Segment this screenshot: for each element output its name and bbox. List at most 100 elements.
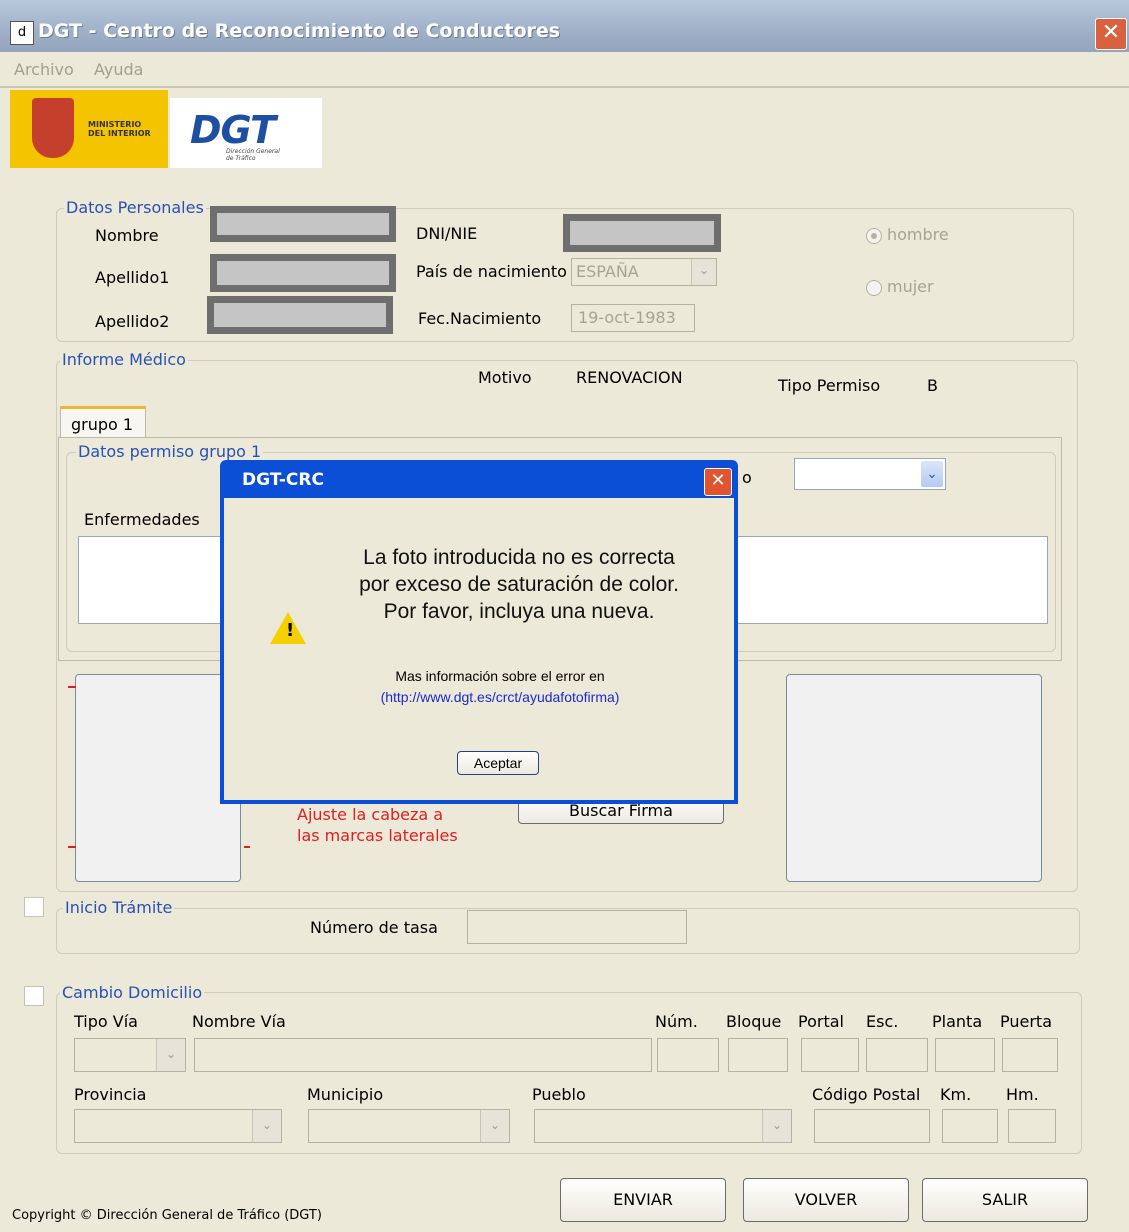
municipio-label: Municipio bbox=[307, 1085, 384, 1104]
salir-button[interactable]: SALIR bbox=[922, 1178, 1088, 1222]
hombre-label: hombre bbox=[887, 225, 949, 244]
apellido2-label: Apellido2 bbox=[95, 312, 170, 331]
num-label: Núm. bbox=[655, 1012, 698, 1031]
km-field[interactable] bbox=[942, 1109, 998, 1143]
ministerio-logo: MINISTERIO DEL INTERIOR bbox=[10, 90, 168, 168]
planta-label: Planta bbox=[932, 1012, 983, 1031]
codigo-postal-field[interactable] bbox=[814, 1109, 930, 1143]
photo-right-mark bbox=[244, 846, 250, 848]
dialog-close-icon[interactable]: ✕ bbox=[704, 468, 732, 496]
pais-label: País de nacimiento bbox=[416, 262, 567, 281]
error-dialog: DGT-CRC ✕ ! La foto introducida no es co… bbox=[220, 460, 738, 804]
municipio-combo[interactable]: ⌄ bbox=[308, 1109, 510, 1143]
photo-hint: Ajuste la cabeza a las marcas laterales bbox=[297, 805, 458, 845]
apellido2-field[interactable] bbox=[207, 296, 393, 334]
chevron-down-icon[interactable]: ⌄ bbox=[156, 1039, 185, 1071]
pais-combo[interactable]: ESPAÑA ⌄ bbox=[571, 258, 717, 286]
ministerio-text: MINISTERIO DEL INTERIOR bbox=[88, 120, 151, 138]
error-help-link[interactable]: (http://www.dgt.es/crct/ayudafotofirma) bbox=[290, 689, 710, 705]
puerta-label: Puerta bbox=[1000, 1012, 1053, 1031]
fecha-label: Fec.Nacimiento bbox=[418, 309, 542, 328]
pueblo-label: Pueblo bbox=[532, 1085, 586, 1104]
grupo-combo[interactable]: ⌄ bbox=[794, 458, 946, 490]
tipo-permiso-label: Tipo Permiso bbox=[778, 376, 881, 395]
dni-label: DNI/NIE bbox=[416, 224, 478, 243]
aceptar-button[interactable]: Aceptar bbox=[457, 751, 539, 775]
signature-box[interactable] bbox=[786, 674, 1042, 882]
inicio-tramite-legend: Inicio Trámite bbox=[63, 898, 175, 917]
dgt-logo-subtitle: Dirección General de Tráfico bbox=[226, 148, 280, 162]
datos-personales-legend: Datos Personales bbox=[64, 198, 206, 217]
menu-ayuda[interactable]: Ayuda bbox=[94, 60, 143, 79]
nombre-via-label: Nombre Vía bbox=[192, 1012, 286, 1031]
motivo-value: RENOVACION bbox=[576, 368, 683, 387]
dgt-logo-text: DGT bbox=[190, 108, 276, 152]
warning-icon-mark: ! bbox=[286, 620, 295, 641]
photo-left-mark bbox=[68, 686, 76, 688]
nombre-field[interactable] bbox=[210, 206, 396, 242]
esc-label: Esc. bbox=[866, 1012, 899, 1031]
cambio-domicilio-checkbox[interactable] bbox=[24, 986, 44, 1006]
cambio-domicilio-legend: Cambio Domicilio bbox=[60, 983, 205, 1002]
numero-tasa-field[interactable] bbox=[467, 910, 687, 944]
enfermedades-label: Enfermedades bbox=[84, 510, 200, 529]
motivo-label: Motivo bbox=[478, 368, 532, 387]
coat-of-arms-icon bbox=[32, 98, 74, 158]
esc-field[interactable] bbox=[866, 1038, 928, 1072]
mujer-label: mujer bbox=[887, 277, 934, 296]
puerta-field[interactable] bbox=[1002, 1038, 1058, 1072]
error-message-line1: La foto introducida no es correcta bbox=[363, 546, 675, 569]
dialog-body: ! La foto introducida no es correcta por… bbox=[224, 498, 734, 800]
tab-grupo-1-label: grupo 1 bbox=[71, 415, 134, 434]
tipo-via-label: Tipo Vía bbox=[74, 1012, 138, 1031]
numero-tasa-label: Número de tasa bbox=[310, 918, 438, 937]
partial-label: o bbox=[742, 468, 752, 487]
portal-field[interactable] bbox=[801, 1038, 859, 1072]
chevron-down-icon[interactable]: ⌄ bbox=[480, 1110, 509, 1142]
tipo-via-combo[interactable]: ⌄ bbox=[74, 1038, 186, 1072]
dgt-logo: DGT Dirección General de Tráfico bbox=[170, 98, 322, 168]
tab-grupo-1[interactable]: grupo 1 bbox=[60, 406, 146, 441]
apellido1-label: Apellido1 bbox=[95, 268, 170, 287]
volver-button[interactable]: VOLVER bbox=[743, 1178, 909, 1222]
fecha-value: 19-oct-1983 bbox=[578, 308, 676, 327]
menu-bar: Archivo Ayuda bbox=[0, 52, 1129, 88]
hm-field[interactable] bbox=[1008, 1109, 1056, 1143]
error-message-line3: Por favor, incluya una nueva. bbox=[383, 600, 655, 623]
chevron-down-icon[interactable]: ⌄ bbox=[921, 461, 943, 487]
informe-medico-legend: Informe Médico bbox=[60, 350, 188, 369]
inicio-tramite-checkbox[interactable] bbox=[24, 897, 44, 917]
planta-field[interactable] bbox=[935, 1038, 995, 1072]
provincia-combo[interactable]: ⌄ bbox=[74, 1109, 282, 1143]
provincia-label: Provincia bbox=[74, 1085, 147, 1104]
chevron-down-icon[interactable]: ⌄ bbox=[691, 259, 716, 285]
error-info-text: Mas información sobre el error en bbox=[395, 668, 605, 684]
num-field[interactable] bbox=[657, 1038, 719, 1072]
chevron-down-icon[interactable]: ⌄ bbox=[762, 1110, 791, 1142]
photo-left-mark-bottom bbox=[68, 846, 76, 848]
hm-label: Hm. bbox=[1006, 1085, 1039, 1104]
portal-label: Portal bbox=[798, 1012, 844, 1031]
dialog-title: DGT-CRC bbox=[242, 470, 324, 490]
menu-archivo[interactable]: Archivo bbox=[14, 60, 74, 79]
title-bar: d DGT - Centro de Reconocimiento de Cond… bbox=[0, 0, 1129, 52]
nombre-label: Nombre bbox=[95, 226, 159, 245]
fecha-field[interactable]: 19-oct-1983 bbox=[571, 304, 695, 332]
chevron-down-icon[interactable]: ⌄ bbox=[252, 1110, 281, 1142]
apellido1-field[interactable] bbox=[210, 254, 396, 292]
codigo-postal-label: Código Postal bbox=[812, 1085, 921, 1104]
nombre-via-field[interactable] bbox=[194, 1038, 652, 1072]
mujer-radio[interactable] bbox=[866, 280, 882, 296]
bloque-field[interactable] bbox=[728, 1038, 788, 1072]
tipo-permiso-value: B bbox=[927, 376, 938, 395]
bloque-label: Bloque bbox=[726, 1012, 782, 1031]
enviar-button[interactable]: ENVIAR bbox=[560, 1178, 726, 1222]
photo-box[interactable] bbox=[75, 674, 241, 882]
close-icon[interactable]: ✕ bbox=[1095, 18, 1127, 50]
copyright-text: Copyright © Dirección General de Tráfico… bbox=[12, 1208, 322, 1223]
pueblo-combo[interactable]: ⌄ bbox=[534, 1109, 792, 1143]
dni-field[interactable] bbox=[563, 214, 721, 252]
error-message-line2: por exceso de saturación de color. bbox=[359, 573, 679, 596]
window-title: DGT - Centro de Reconocimiento de Conduc… bbox=[38, 20, 561, 42]
hombre-radio[interactable] bbox=[866, 228, 882, 244]
